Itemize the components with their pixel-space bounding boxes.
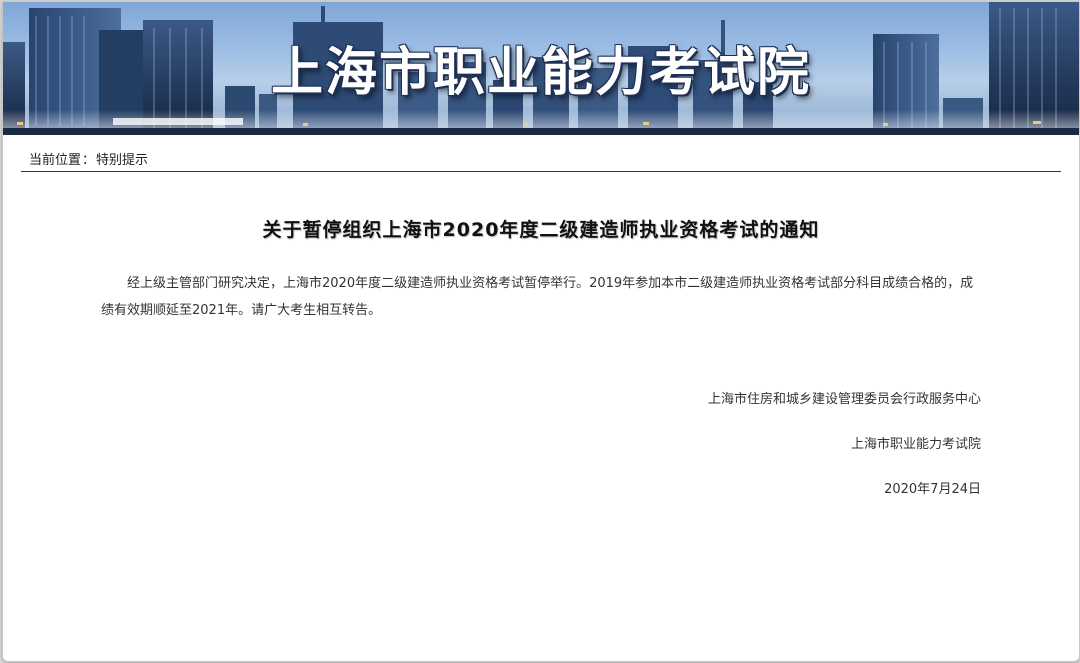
breadcrumb-separator: ： xyxy=(82,153,96,168)
site-title: 上海市职业能力考试院 xyxy=(271,42,812,103)
article-title: 关于暂停组织上海市2020年度二级建造师执业资格考试的通知 xyxy=(262,219,820,241)
breadcrumb: 当前位置：特别提示 xyxy=(21,150,1061,172)
breadcrumb-current[interactable]: 特别提示 xyxy=(96,153,148,168)
page: 上海市职业能力考试院 当前位置：特别提示 关于暂停组织上海市2020年度二级建造… xyxy=(2,1,1080,662)
signature-org-exam-institute: 上海市职业能力考试院 xyxy=(850,437,981,452)
publish-date: 2020年7月24日 xyxy=(884,482,981,497)
article-body: 经上级主管部门研究决定，上海市2020年度二级建造师执业资格考试暂停举行。201… xyxy=(101,276,974,318)
breadcrumb-label: 当前位置 xyxy=(29,153,82,168)
signature-org-housing-center: 上海市住房和城乡建设管理委员会行政服务中心 xyxy=(707,392,981,407)
site-banner: 上海市职业能力考试院 xyxy=(3,2,1079,135)
